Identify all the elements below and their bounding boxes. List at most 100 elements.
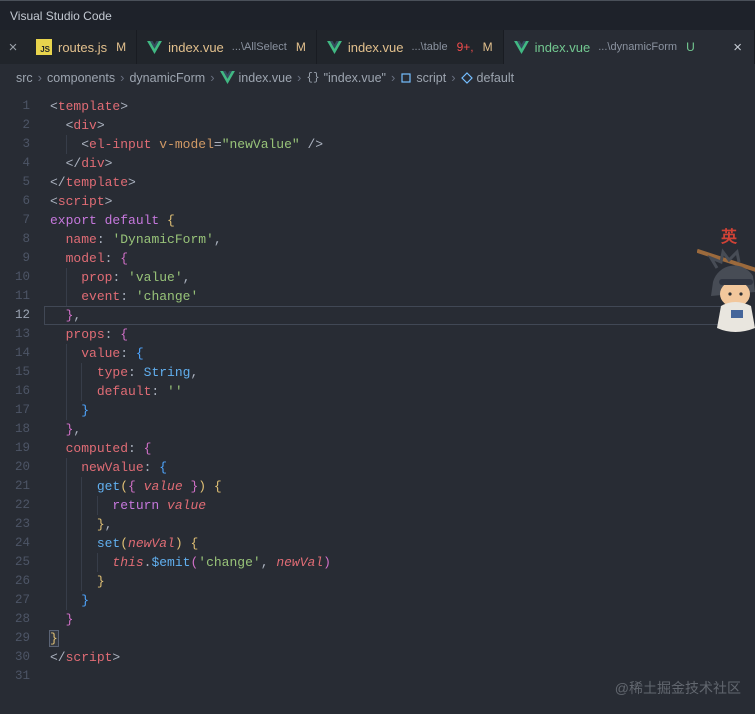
indent-guide [96, 496, 98, 515]
code-line[interactable]: 7 export default { [0, 211, 755, 230]
code-text: } [65, 612, 74, 627]
indent-guide [96, 553, 98, 572]
code-line[interactable]: 11 event: 'change' [0, 287, 755, 306]
chevron-right-icon: › [120, 70, 125, 85]
module-icon [401, 72, 411, 83]
code-line[interactable]: 17 } [0, 401, 755, 420]
code-text: event: 'change' [50, 287, 198, 306]
code-line[interactable]: 3 <el-input v-model="newValue" /> [0, 135, 755, 154]
tab-description: ...\dynamicForm [598, 41, 678, 53]
code-line[interactable]: 24 set(newVal) { [0, 534, 755, 553]
code-line[interactable]: 6 <script> [0, 192, 755, 211]
code-text: export default { [50, 213, 175, 228]
tab-index-vue[interactable]: index.vue ...\AllSelect M [137, 30, 317, 64]
code-line[interactable]: 19 computed: { [0, 439, 755, 458]
mascot-kanji-text: 英 [720, 227, 738, 246]
code-line[interactable]: 16 default: '' [0, 382, 755, 401]
code-text: } [49, 630, 59, 647]
code-line[interactable]: 4 </div> [0, 154, 755, 173]
code-text: value: { [50, 344, 144, 363]
line-number: 3 [22, 137, 30, 151]
indent-guide [65, 401, 67, 420]
tab-label: index.vue [534, 39, 591, 55]
tab-description: ...\AllSelect [231, 41, 287, 53]
code-line[interactable]: 28 } [0, 610, 755, 629]
breadcrumb-label: "index.vue" [323, 70, 386, 85]
code-text: }, [65, 422, 82, 437]
line-number: 1 [22, 99, 30, 113]
indent-guide [81, 553, 83, 572]
code-line[interactable]: 5 </template> [0, 173, 755, 192]
indent-guide [65, 268, 67, 287]
code-line[interactable]: 8 name: 'DynamicForm', [0, 230, 755, 249]
breadcrumb-label: default [476, 70, 515, 85]
line-number: 28 [14, 612, 30, 626]
line-number: 18 [14, 422, 30, 436]
line-number: 27 [14, 593, 30, 607]
tab-index-vue[interactable]: index.vue ...\table 9+, M [316, 30, 504, 64]
code-line[interactable]: 10 prop: 'value', [0, 268, 755, 287]
code-line[interactable]: 23 }, [0, 515, 755, 534]
code-line[interactable]: 20 newValue: { [0, 458, 755, 477]
tab-close-icon[interactable]: × [733, 39, 742, 56]
code-line[interactable]: 2 <div> [0, 116, 755, 135]
breadcrumb-item-dynamicForm[interactable]: dynamicForm [129, 71, 205, 85]
code-lines: 1 <template> 2 <div> 3 <el-input v-model="n… [0, 97, 755, 686]
chevron-right-icon: › [210, 70, 215, 85]
tabs-container: JS routes.js M index.vue ...\AllSelect M ind… [26, 30, 755, 64]
breadcrumb-item--index-vue-[interactable]: {} "index.vue" [306, 71, 386, 85]
code-line[interactable]: 27 } [0, 591, 755, 610]
tab-bar: × JS routes.js M index.vue ...\AllSelect M i… [0, 30, 755, 64]
vue-icon [147, 40, 163, 54]
line-number: 25 [14, 555, 30, 569]
breadcrumb-item-index-vue[interactable]: index.vue [219, 70, 293, 85]
code-text: </div> [65, 156, 113, 171]
breadcrumb-item-components[interactable]: components [47, 71, 115, 85]
breadcrumb-label: index.vue [238, 70, 293, 85]
breadcrumb-item-script[interactable]: script [400, 71, 446, 85]
code-text: default: '' [50, 382, 183, 401]
indent-guide [65, 515, 67, 534]
tab-strip-close-icon[interactable]: × [0, 30, 26, 64]
tab-index-vue[interactable]: index.vue ...\dynamicForm U × [503, 30, 755, 64]
code-text: <el-input v-model="newValue" /> [50, 135, 323, 154]
tab-badge: U [686, 40, 695, 54]
code-line[interactable]: 30 </script> [0, 648, 755, 667]
indent-guide [65, 477, 67, 496]
code-line[interactable]: 21 get({ value }) { [0, 477, 755, 496]
tab-label: routes.js [58, 39, 108, 55]
code-text: }, [65, 308, 82, 323]
code-line[interactable]: 26 } [0, 572, 755, 591]
code-line[interactable]: 25 this.$emit('change', newVal) [0, 553, 755, 572]
code-line[interactable]: 29} [0, 629, 755, 648]
code-line[interactable]: 12 }, [0, 306, 755, 325]
code-line[interactable]: 14 value: { [0, 344, 755, 363]
code-line[interactable]: 1 <template> [0, 97, 755, 116]
code-text: } [50, 572, 105, 591]
indent-guide [65, 287, 67, 306]
breadcrumb-item-default[interactable]: default [460, 70, 515, 85]
code-text: newValue: { [50, 458, 167, 477]
tab-routes-js[interactable]: JS routes.js M [26, 30, 138, 64]
tab-badge: M [482, 40, 493, 54]
code-line[interactable]: 18 }, [0, 420, 755, 439]
line-number: 2 [22, 118, 30, 132]
line-number: 4 [22, 156, 30, 170]
code-line[interactable]: 22 return value [0, 496, 755, 515]
line-number: 8 [22, 232, 30, 246]
breadcrumb-item-src[interactable]: src [16, 71, 33, 85]
code-text: return value [50, 496, 206, 515]
code-line[interactable]: 9 model: { [0, 249, 755, 268]
code-text: this.$emit('change', newVal) [50, 553, 331, 572]
indent-guide [81, 572, 83, 591]
code-line[interactable]: 13 props: { [0, 325, 755, 344]
code-line[interactable]: 15 type: String, [0, 363, 755, 382]
indent-guide [65, 382, 67, 401]
tab-label: index.vue [168, 39, 224, 55]
indent-guide [65, 458, 67, 477]
code-text: model: { [65, 251, 129, 266]
line-number: 14 [14, 346, 30, 360]
breadcrumb-label: src [16, 70, 33, 85]
code-text: <div> [65, 118, 105, 133]
line-number: 15 [14, 365, 30, 379]
